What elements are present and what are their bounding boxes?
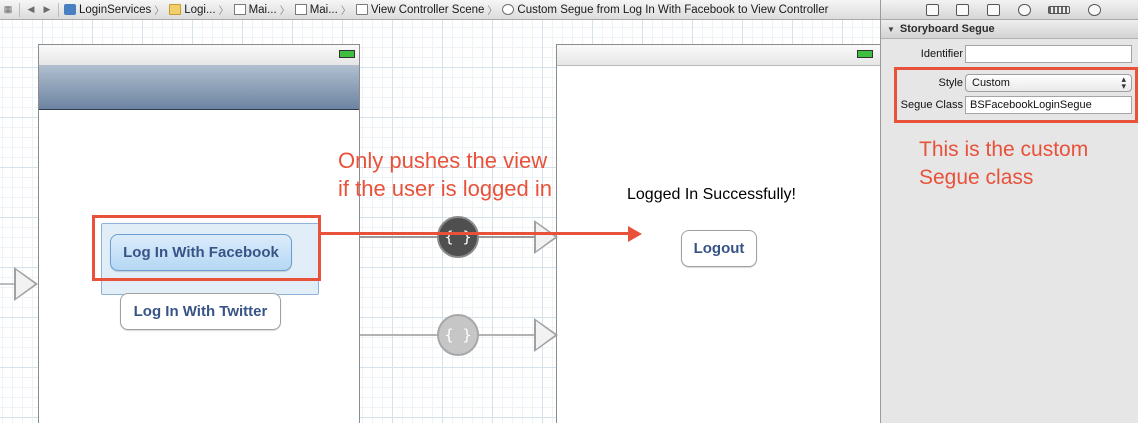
breadcrumb-project[interactable]: LoginServices [62,4,151,16]
breadcrumb-scene[interactable]: View Controller Scene [354,3,485,16]
breadcrumb-storyboard-base[interactable]: Mai... [293,4,338,16]
battery-icon [857,50,873,58]
storyboard-segue-section-header[interactable]: ▼ Storyboard Segue [881,20,1138,39]
identifier-field[interactable] [965,45,1132,63]
breadcrumb-label: Logi... [184,3,216,16]
toolbar-divider [58,2,59,17]
entry-arrow-head-fill [16,270,35,298]
facebook-button-callout-box [92,215,321,281]
chevron-right-icon: 〉 [340,6,351,17]
twitter-login-button[interactable]: Log In With Twitter [120,293,281,330]
back-button[interactable]: ◀ [23,4,39,15]
segue-arrow-head-fill [536,321,555,349]
status-bar [557,45,880,66]
disclosure-triangle-icon[interactable]: ▼ [887,25,895,34]
breadcrumb-label: Mai... [248,3,277,16]
storyboard-canvas[interactable]: Log In With Facebook Log In With Twitter… [0,20,880,423]
scene-icon [355,4,368,15]
success-label: Logged In Successfully! [627,186,796,203]
segue-annotation-line1: Only pushes the view [338,148,548,173]
chevron-right-icon: 〉 [218,6,229,17]
section-title: Storyboard Segue [899,23,995,35]
attributes-inspector: ▼ Storyboard Segue Identifier Style Cust… [880,0,1138,423]
breadcrumb-segue[interactable]: Custom Segue from Log In With Facebook t… [500,4,828,16]
callout-arrow-head [628,226,642,242]
breadcrumb-label: View Controller Scene [370,3,485,16]
grid-icon[interactable]: ▦ [0,4,16,15]
size-inspector-icon[interactable] [1048,5,1071,14]
breadcrumb-label: Mai... [309,3,338,16]
identity-inspector-icon[interactable] [987,3,1001,16]
class-annotation-line1: This is the custom [919,138,1089,161]
segue-node-twitter[interactable]: { } [437,314,479,356]
navigation-bar[interactable] [39,65,359,110]
breadcrumb-label: Custom Segue from Log In With Facebook t… [517,3,829,16]
folder-icon [169,4,182,15]
identifier-label: Identifier [920,48,963,60]
status-bar [39,45,359,66]
storyboard-file-icon [233,4,246,15]
chevron-right-icon: 〉 [487,6,498,17]
quick-help-icon[interactable] [956,3,970,16]
class-annotation-line2: Segue class [919,166,1034,189]
connections-inspector-icon[interactable] [1088,3,1102,16]
jump-bar: ▦ ◀ ▶ LoginServices 〉 Logi... 〉 Mai... 〉… [0,0,880,20]
attributes-inspector-icon[interactable] [1017,3,1031,16]
storyboard-file-icon [294,4,307,15]
segue-arrow-head-fill [536,223,555,251]
segue-class-callout-box [894,67,1138,123]
chevron-right-icon: 〉 [154,6,165,17]
chevron-right-icon: 〉 [279,6,290,17]
file-inspector-icon[interactable] [925,3,939,16]
battery-icon [339,50,355,58]
segue-annotation-line2: if the user is logged in [338,176,553,201]
project-icon [64,4,76,15]
breadcrumb-label: LoginServices [79,3,152,16]
segue-node-facebook[interactable]: { } [437,216,479,258]
identifier-row: Identifier [881,44,1138,64]
callout-arrow-line [320,232,630,235]
segue-icon [502,4,515,15]
breadcrumb-storyboard[interactable]: Mai... [232,4,277,16]
forward-button[interactable]: ▶ [39,4,55,15]
logout-button[interactable]: Logout [681,230,757,267]
breadcrumb-folder[interactable]: Logi... [167,3,216,16]
inspector-tab-bar [881,0,1138,20]
toolbar-divider [19,2,20,17]
